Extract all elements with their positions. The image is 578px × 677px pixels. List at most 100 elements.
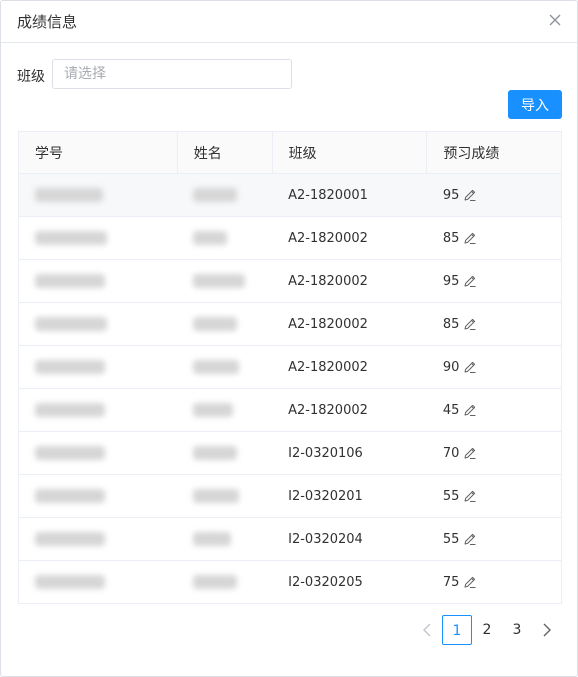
student-id-cell — [18, 345, 178, 389]
chevron-left-icon[interactable] — [420, 622, 434, 638]
preview-score-cell: 85 — [426, 302, 562, 346]
class-cell: A2-1820002 — [272, 345, 427, 389]
preview-score-value: 75 — [442, 574, 460, 590]
dialog-header: 成绩信息 — [1, 1, 577, 43]
preview-score-value: 90 — [442, 359, 460, 375]
redacted-student-id — [35, 188, 103, 202]
page-3-button[interactable]: 3 — [502, 615, 532, 645]
student-id-cell — [18, 388, 178, 432]
class-cell: I2-0320201 — [272, 474, 427, 518]
dialog-title: 成绩信息 — [17, 13, 78, 31]
redacted-student-id — [35, 274, 105, 288]
redacted-student-id — [35, 446, 105, 460]
edit-icon[interactable] — [463, 360, 477, 374]
preview-score-cell: 55 — [426, 517, 562, 561]
class-cell: A2-1820002 — [272, 388, 427, 432]
student-name-cell — [177, 302, 273, 346]
student-id-cell — [18, 474, 178, 518]
redacted-student-name — [193, 360, 240, 374]
close-icon[interactable] — [547, 12, 563, 28]
class-select[interactable] — [52, 59, 292, 89]
preview-score-cell: 95 — [426, 259, 562, 303]
student-id-cell — [18, 173, 178, 217]
student-id-cell — [18, 517, 178, 561]
student-name-cell — [177, 431, 273, 475]
redacted-student-id — [35, 532, 105, 546]
preview-score-value: 55 — [442, 488, 460, 504]
student-id-cell — [18, 216, 178, 260]
column-header-class: 班级 — [272, 131, 428, 174]
class-cell: I2-0320106 — [272, 431, 427, 475]
preview-score-value: 70 — [442, 445, 460, 461]
edit-icon[interactable] — [463, 446, 477, 460]
preview-score-cell: 70 — [426, 431, 562, 475]
table-row: A2-1820002 85 — [18, 302, 562, 346]
student-id-cell — [18, 259, 178, 303]
class-filter-label: 班级 — [17, 69, 45, 85]
table-row: I2-0320201 55 — [18, 474, 562, 518]
redacted-student-name — [193, 575, 238, 589]
preview-score-value: 55 — [442, 531, 460, 547]
class-cell: I2-0320205 — [272, 560, 427, 604]
student-name-cell — [177, 173, 273, 217]
column-header-preview-score: 预习成绩 — [426, 131, 562, 174]
redacted-student-id — [35, 403, 105, 417]
preview-score-value: 95 — [442, 187, 460, 203]
edit-icon[interactable] — [463, 403, 477, 417]
column-header-student-id: 学号 — [18, 131, 178, 174]
student-id-cell — [18, 560, 178, 604]
edit-icon[interactable] — [463, 231, 477, 245]
preview-score-cell: 45 — [426, 388, 562, 432]
redacted-student-name — [193, 489, 240, 503]
page-2-button[interactable]: 2 — [472, 615, 502, 645]
student-name-cell — [177, 560, 273, 604]
class-cell: A2-1820002 — [272, 259, 427, 303]
page-1-button[interactable]: 1 — [442, 615, 472, 645]
preview-score-value: 95 — [442, 273, 460, 289]
preview-score-value: 85 — [442, 316, 460, 332]
edit-icon[interactable] — [463, 317, 477, 331]
table-row: A2-1820002 45 — [18, 388, 562, 432]
edit-icon[interactable] — [463, 575, 477, 589]
preview-score-value: 85 — [442, 230, 460, 246]
redacted-student-name — [193, 403, 234, 417]
table-row: I2-0320205 75 — [18, 560, 562, 604]
table-row: I2-0320204 55 — [18, 517, 562, 561]
redacted-student-name — [193, 274, 246, 288]
class-cell: I2-0320204 — [272, 517, 427, 561]
redacted-student-name — [193, 317, 238, 331]
redacted-student-name — [193, 188, 238, 202]
redacted-student-id — [35, 360, 105, 374]
score-table: 学号 姓名 班级 预习成绩 A2-1820001 95 A2-1820002 85 A2… — [18, 131, 562, 604]
redacted-student-name — [193, 231, 228, 245]
preview-score-cell: 55 — [426, 474, 562, 518]
preview-score-cell: 95 — [426, 173, 562, 217]
edit-icon[interactable] — [463, 489, 477, 503]
import-button[interactable]: 导入 — [508, 90, 562, 119]
redacted-student-id — [35, 231, 107, 245]
preview-score-cell: 75 — [426, 560, 562, 604]
chevron-right-icon[interactable] — [540, 622, 554, 638]
column-header-name: 姓名 — [177, 131, 273, 174]
class-cell: A2-1820002 — [272, 216, 427, 260]
table-row: A2-1820002 90 — [18, 345, 562, 389]
edit-icon[interactable] — [463, 274, 477, 288]
edit-icon[interactable] — [463, 188, 477, 202]
table-row: I2-0320106 70 — [18, 431, 562, 475]
table-row: A2-1820001 95 — [18, 173, 562, 217]
class-cell: A2-1820001 — [272, 173, 427, 217]
table-header-row: 学号 姓名 班级 预习成绩 — [18, 131, 562, 174]
table-body: A2-1820001 95 A2-1820002 85 A2-1820002 95 A2-1… — [18, 173, 562, 604]
student-id-cell — [18, 302, 178, 346]
redacted-student-id — [35, 489, 105, 503]
table-row: A2-1820002 95 — [18, 259, 562, 303]
redacted-student-id — [35, 575, 105, 589]
student-name-cell — [177, 388, 273, 432]
table-row: A2-1820002 85 — [18, 216, 562, 260]
redacted-student-name — [193, 532, 232, 546]
student-name-cell — [177, 259, 273, 303]
edit-icon[interactable] — [463, 532, 477, 546]
score-dialog: 成绩信息 班级 导入 学号 姓名 班级 预习成绩 A2-182000195A2-… — [0, 0, 578, 677]
student-name-cell — [177, 216, 273, 260]
student-name-cell — [177, 474, 273, 518]
